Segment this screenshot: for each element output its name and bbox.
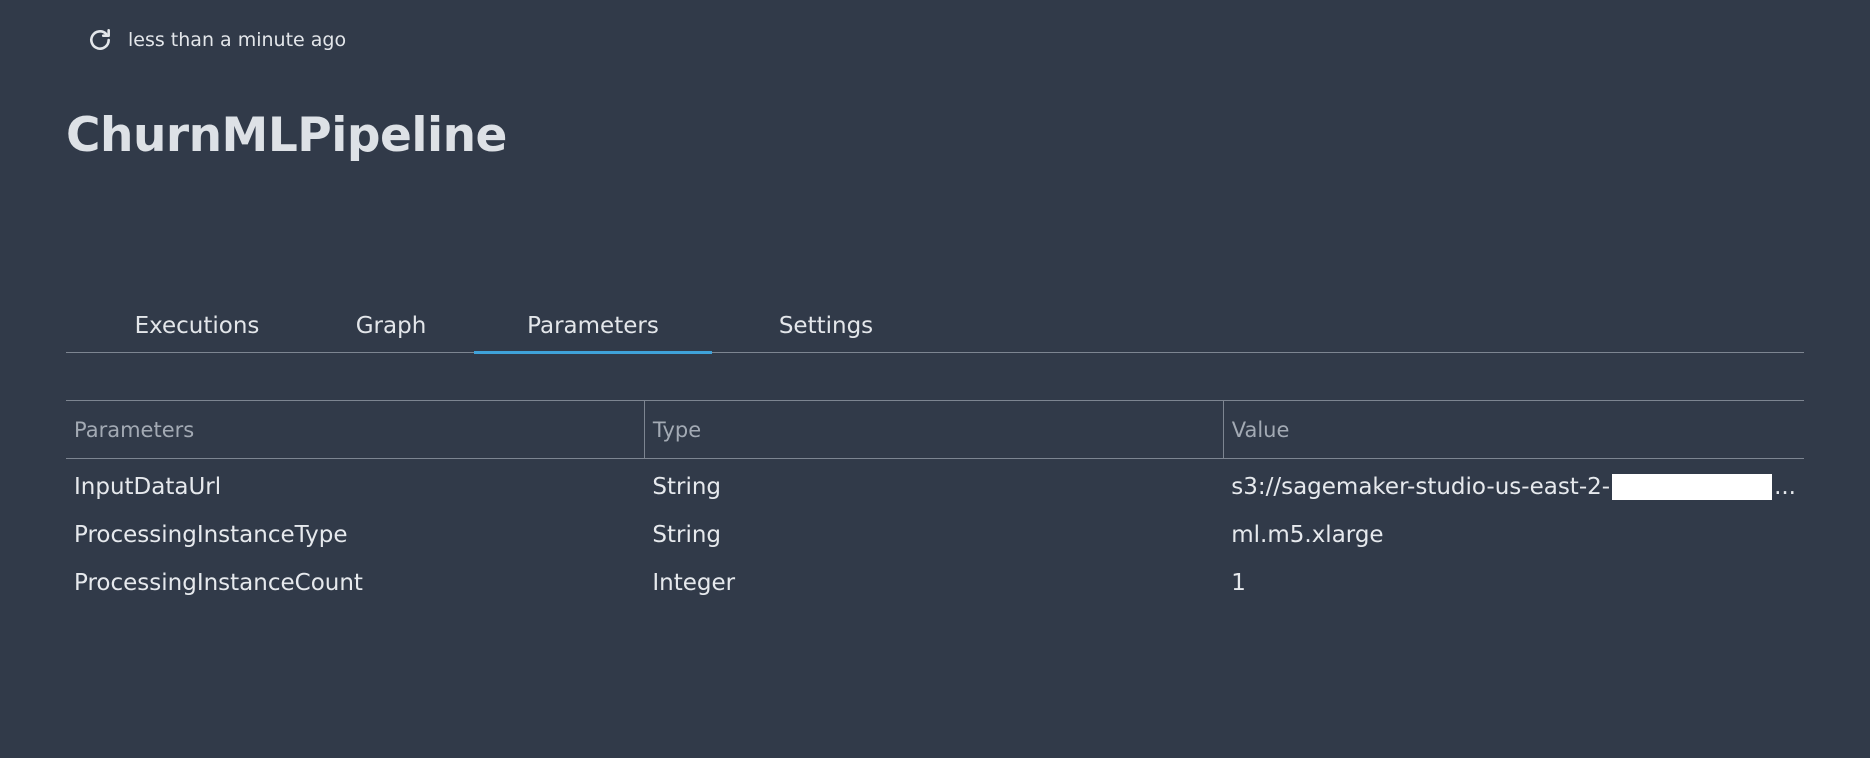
table-header-row: Parameters Type Value (66, 400, 1804, 459)
column-header-type[interactable]: Type (643, 400, 1224, 459)
column-header-value[interactable]: Value (1222, 400, 1804, 459)
truncation-ellipsis: ... (1774, 474, 1796, 500)
parameter-type: Integer (652, 570, 736, 596)
page-title: ChurnMLPipeline (66, 108, 507, 163)
tab-graph[interactable]: Graph (336, 300, 446, 352)
tab-settings[interactable]: Settings (756, 300, 896, 352)
table-row: ProcessingInstanceType String ml.m5.xlar… (66, 511, 1804, 559)
parameters-table: Parameters Type Value InputDataUrl Strin… (66, 400, 1804, 607)
redaction-box (1612, 474, 1773, 500)
refresh-icon[interactable] (86, 26, 114, 54)
parameter-name: ProcessingInstanceCount (74, 570, 363, 596)
refresh-bar: less than a minute ago (86, 26, 346, 54)
column-header-parameters[interactable]: Parameters (66, 401, 644, 459)
parameter-type: String (652, 474, 722, 500)
parameter-value-cell: s3://sagemaker-studio-us-east-2- ... (1223, 459, 1804, 512)
table-row: ProcessingInstanceCount Integer 1 (66, 559, 1804, 607)
parameter-type: String (652, 522, 722, 548)
tab-bar: Executions Graph Parameters Settings (66, 300, 1804, 354)
parameter-value: s3://sagemaker-studio-us-east-2- (1231, 474, 1611, 500)
table-row: InputDataUrl String s3://sagemaker-studi… (66, 459, 1804, 512)
parameter-name: InputDataUrl (74, 474, 222, 500)
tab-executions[interactable]: Executions (112, 300, 282, 352)
parameter-name: ProcessingInstanceType (74, 522, 348, 548)
last-refreshed-text: less than a minute ago (128, 29, 347, 51)
parameter-value: 1 (1231, 570, 1246, 596)
parameter-value: ml.m5.xlarge (1231, 522, 1384, 548)
tab-parameters[interactable]: Parameters (474, 300, 712, 354)
